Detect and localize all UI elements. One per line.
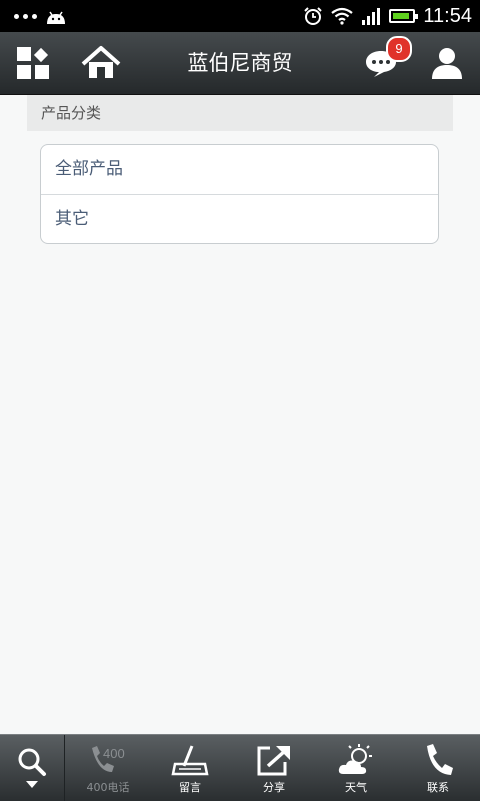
tab-label: 留言	[179, 781, 201, 794]
android-icon	[47, 11, 65, 24]
app-header: 蓝伯尼商贸 9	[0, 32, 480, 94]
svg-text:400: 400	[103, 746, 125, 761]
alarm-icon	[304, 7, 323, 25]
share-icon	[257, 746, 290, 776]
signal-icon	[362, 8, 381, 25]
bottom-toolbar: 400 400电话 留言 分享 天气 联系	[0, 734, 480, 801]
apps-grid-icon	[17, 47, 49, 79]
page-title: 蓝伯尼商贸	[187, 51, 293, 75]
tab-share[interactable]: 分享	[234, 735, 314, 801]
user-profile-button[interactable]	[422, 32, 472, 94]
tab-label: 分享	[263, 781, 285, 794]
tab-contact[interactable]: 联系	[398, 735, 478, 801]
category-list: 全部产品 其它	[40, 144, 439, 244]
tab-400-phone[interactable]: 400 400电话	[68, 735, 148, 801]
category-item-other[interactable]: 其它	[41, 194, 438, 243]
tab-label: 400电话	[86, 781, 130, 794]
home-icon	[81, 46, 121, 78]
wifi-icon	[331, 7, 354, 25]
apps-grid-button[interactable]	[8, 32, 58, 94]
tab-message[interactable]: 留言	[150, 735, 230, 801]
battery-icon	[389, 9, 419, 23]
status-bar: 11:54	[0, 0, 480, 32]
notification-dots-icon	[14, 14, 37, 19]
phone-icon	[427, 744, 453, 775]
status-time: 11:54	[423, 4, 472, 27]
tab-label: 联系	[427, 781, 449, 794]
write-note-icon	[171, 745, 209, 776]
chevron-down-icon	[26, 781, 38, 788]
category-item-all-products[interactable]: 全部产品	[41, 145, 438, 194]
user-profile-icon	[432, 48, 462, 79]
section-title: 产品分类	[41, 104, 102, 122]
search-icon	[18, 748, 46, 776]
tab-label: 天气	[345, 781, 367, 794]
phone-400-icon: 400	[92, 746, 125, 772]
home-button[interactable]	[76, 32, 126, 94]
tab-weather[interactable]: 天气	[316, 735, 396, 801]
search-button[interactable]	[0, 735, 65, 801]
weather-icon	[338, 744, 372, 774]
message-count-badge: 9	[386, 36, 412, 62]
section-header: 产品分类	[27, 95, 453, 131]
